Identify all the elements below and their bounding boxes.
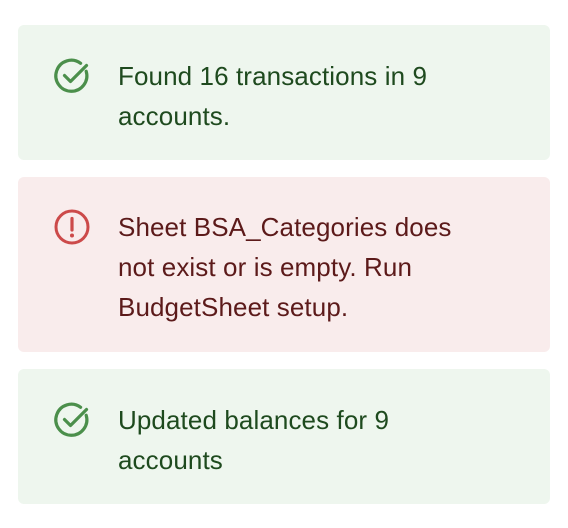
alert-success-transactions: Found 16 transactions in 9 accounts. (18, 25, 550, 160)
check-circle-icon (52, 56, 92, 96)
alert-message: Updated balances for 9 accounts (118, 405, 390, 475)
exclamation-circle-icon (52, 207, 92, 247)
alert-success-balances: Updated balances for 9 accounts (18, 369, 550, 504)
alert-message: Sheet BSA_Categories does not exist or i… (118, 212, 452, 322)
check-circle-icon (52, 400, 92, 440)
alert-message: Found 16 transactions in 9 accounts. (118, 61, 428, 131)
alert-error-categories: Sheet BSA_Categories does not exist or i… (18, 177, 550, 352)
